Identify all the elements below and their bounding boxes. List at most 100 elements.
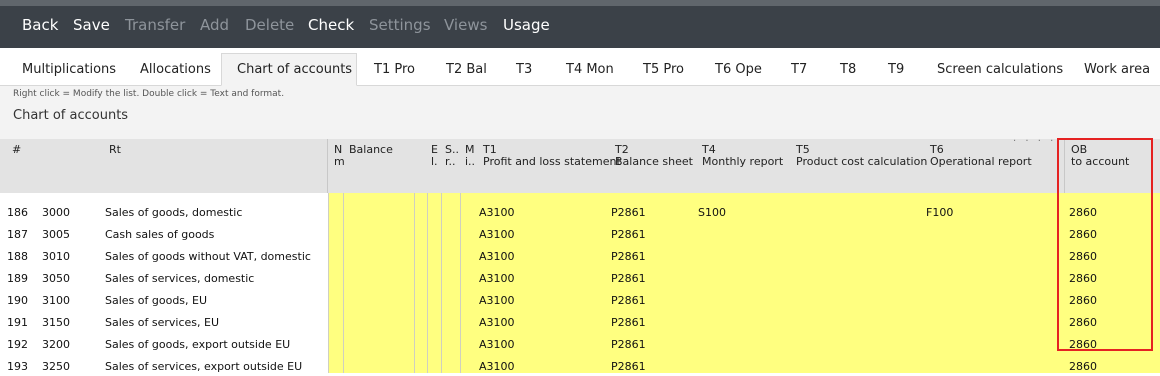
tab-t4-mon[interactable]: T4 Mon	[566, 62, 614, 77]
t2-value[interactable]: P2861	[611, 316, 646, 329]
tab-t3[interactable]: T3	[516, 62, 532, 77]
tab-screen-calculations[interactable]: Screen calculations	[937, 62, 1063, 77]
t2-value[interactable]: P2861	[611, 250, 646, 263]
row-index[interactable]: 192	[7, 338, 28, 351]
account-number[interactable]: 3050	[42, 272, 70, 285]
account-number[interactable]: 3005	[42, 228, 70, 241]
t1-value[interactable]: A3100	[479, 272, 515, 285]
table-row[interactable]: 186 3000 Sales of goods, domestic A3100 P286…	[0, 200, 1160, 222]
col-header-rt[interactable]: Rt	[109, 143, 121, 156]
tab-t5-pro[interactable]: T5 Pro	[643, 62, 684, 77]
table-row[interactable]: 191 3150 Sales of services, EU A3100 P2861 28…	[0, 310, 1160, 332]
usage-button[interactable]: Usage	[503, 16, 550, 34]
save-button[interactable]: Save	[73, 16, 110, 34]
col-header-t2-label: Balance sheet	[615, 155, 693, 168]
col-header-t1-label: Profit and loss statement	[483, 155, 621, 168]
delete-button[interactable]: Delete	[245, 16, 294, 34]
check-button[interactable]: Check	[308, 16, 354, 34]
t2-value[interactable]: P2861	[611, 206, 646, 219]
account-name[interactable]: Sales of services, export outside EU	[105, 360, 302, 373]
row-index[interactable]: 191	[7, 316, 28, 329]
tab-t8[interactable]: T8	[840, 62, 856, 77]
tab-multiplications[interactable]: Multiplications	[22, 62, 116, 77]
top-toolbar: Back Save Transfer Add Delete Check Sett…	[0, 0, 1160, 48]
account-name[interactable]: Cash sales of goods	[105, 228, 214, 241]
account-name[interactable]: Sales of services, EU	[105, 316, 219, 329]
tab-t9[interactable]: T9	[888, 62, 904, 77]
col-header-balance[interactable]: Balance	[349, 143, 393, 156]
page-title: Chart of accounts	[13, 108, 129, 123]
t2-value[interactable]: P2861	[611, 294, 646, 307]
account-number[interactable]: 3100	[42, 294, 70, 307]
ob-value[interactable]: 2860	[1069, 206, 1097, 219]
t2-value[interactable]: P2861	[611, 228, 646, 241]
account-number[interactable]: 3000	[42, 206, 70, 219]
col-header-t4-label: Monthly report	[702, 155, 784, 168]
ob-value[interactable]: 2860	[1069, 338, 1097, 351]
t1-value[interactable]: A3100	[479, 250, 515, 263]
column-divider[interactable]	[1064, 139, 1065, 193]
row-index[interactable]: 188	[7, 250, 28, 263]
col-header-t5-label: Product cost calculation	[796, 155, 928, 168]
t2-value[interactable]: P2861	[611, 360, 646, 373]
t1-value[interactable]: A3100	[479, 206, 515, 219]
t1-value[interactable]: A3100	[479, 316, 515, 329]
account-number[interactable]: 3250	[42, 360, 70, 373]
row-index[interactable]: 189	[7, 272, 28, 285]
tab-t1-pro[interactable]: T1 Pro	[374, 62, 415, 77]
tab-bar: Multiplications Allocations Chart of acc…	[0, 48, 1160, 86]
usage-hint: Right click = Modify the list. Double cl…	[13, 89, 285, 99]
row-index[interactable]: 186	[7, 206, 28, 219]
table-row[interactable]: 187 3005 Cash sales of goods A3100 P2861 2860	[0, 222, 1160, 244]
account-name[interactable]: Sales of services, domestic	[105, 272, 254, 285]
account-name[interactable]: Sales of goods, export outside EU	[105, 338, 290, 351]
t2-value[interactable]: P2861	[611, 338, 646, 351]
t4-value[interactable]: S100	[698, 206, 726, 219]
col-header-t6-label: Operational report	[930, 155, 1032, 168]
tab-work-area[interactable]: Work area	[1084, 62, 1150, 77]
transfer-button[interactable]: Transfer	[125, 16, 185, 34]
ob-value[interactable]: 2860	[1069, 294, 1097, 307]
account-name[interactable]: Sales of goods, domestic	[105, 206, 242, 219]
row-index[interactable]: 190	[7, 294, 28, 307]
column-divider[interactable]	[327, 139, 328, 193]
t1-value[interactable]: A3100	[479, 338, 515, 351]
ob-value[interactable]: 2860	[1069, 250, 1097, 263]
views-button[interactable]: Views	[444, 16, 487, 34]
tab-chart-of-accounts[interactable]: Chart of accounts	[221, 53, 357, 86]
table-row[interactable]: 189 3050 Sales of services, domestic A3100 P…	[0, 266, 1160, 288]
settings-button[interactable]: Settings	[369, 16, 431, 34]
col-header-m-sub: i..	[465, 155, 476, 168]
col-header-e-sub: l.	[431, 155, 438, 168]
t1-value[interactable]: A3100	[479, 360, 515, 373]
account-name[interactable]: Sales of goods, EU	[105, 294, 207, 307]
tab-t7[interactable]: T7	[791, 62, 807, 77]
table-row[interactable]: 188 3010 Sales of goods without VAT, domes…	[0, 244, 1160, 266]
account-number[interactable]: 3200	[42, 338, 70, 351]
row-index[interactable]: 187	[7, 228, 28, 241]
account-number[interactable]: 3010	[42, 250, 70, 263]
tab-allocations[interactable]: Allocations	[140, 62, 211, 77]
row-index[interactable]: 193	[7, 360, 28, 373]
col-header-ob-label: to account	[1071, 155, 1130, 168]
table-row[interactable]: 190 3100 Sales of goods, EU A3100 P2861 2860	[0, 288, 1160, 310]
ob-value[interactable]: 2860	[1069, 272, 1097, 285]
account-number[interactable]: 3150	[42, 316, 70, 329]
tab-t2-bal[interactable]: T2 Bal	[446, 62, 487, 77]
col-header-n-sub: m	[334, 155, 345, 168]
resize-handle-dots[interactable]: · · · ·	[1013, 136, 1056, 147]
ob-value[interactable]: 2860	[1069, 360, 1097, 373]
t6-value[interactable]: F100	[926, 206, 953, 219]
col-header-num[interactable]: #	[12, 143, 21, 156]
col-header-s-sub: r..	[445, 155, 456, 168]
back-button[interactable]: Back	[22, 16, 58, 34]
tab-t6-ope[interactable]: T6 Ope	[715, 62, 762, 77]
account-name[interactable]: Sales of goods without VAT, domestic	[105, 250, 311, 263]
t2-value[interactable]: P2861	[611, 272, 646, 285]
ob-value[interactable]: 2860	[1069, 228, 1097, 241]
ob-value[interactable]: 2860	[1069, 316, 1097, 329]
t1-value[interactable]: A3100	[479, 294, 515, 307]
t1-value[interactable]: A3100	[479, 228, 515, 241]
add-button[interactable]: Add	[200, 16, 229, 34]
table-row[interactable]: 192 3200 Sales of goods, export outside EU…	[0, 332, 1160, 354]
